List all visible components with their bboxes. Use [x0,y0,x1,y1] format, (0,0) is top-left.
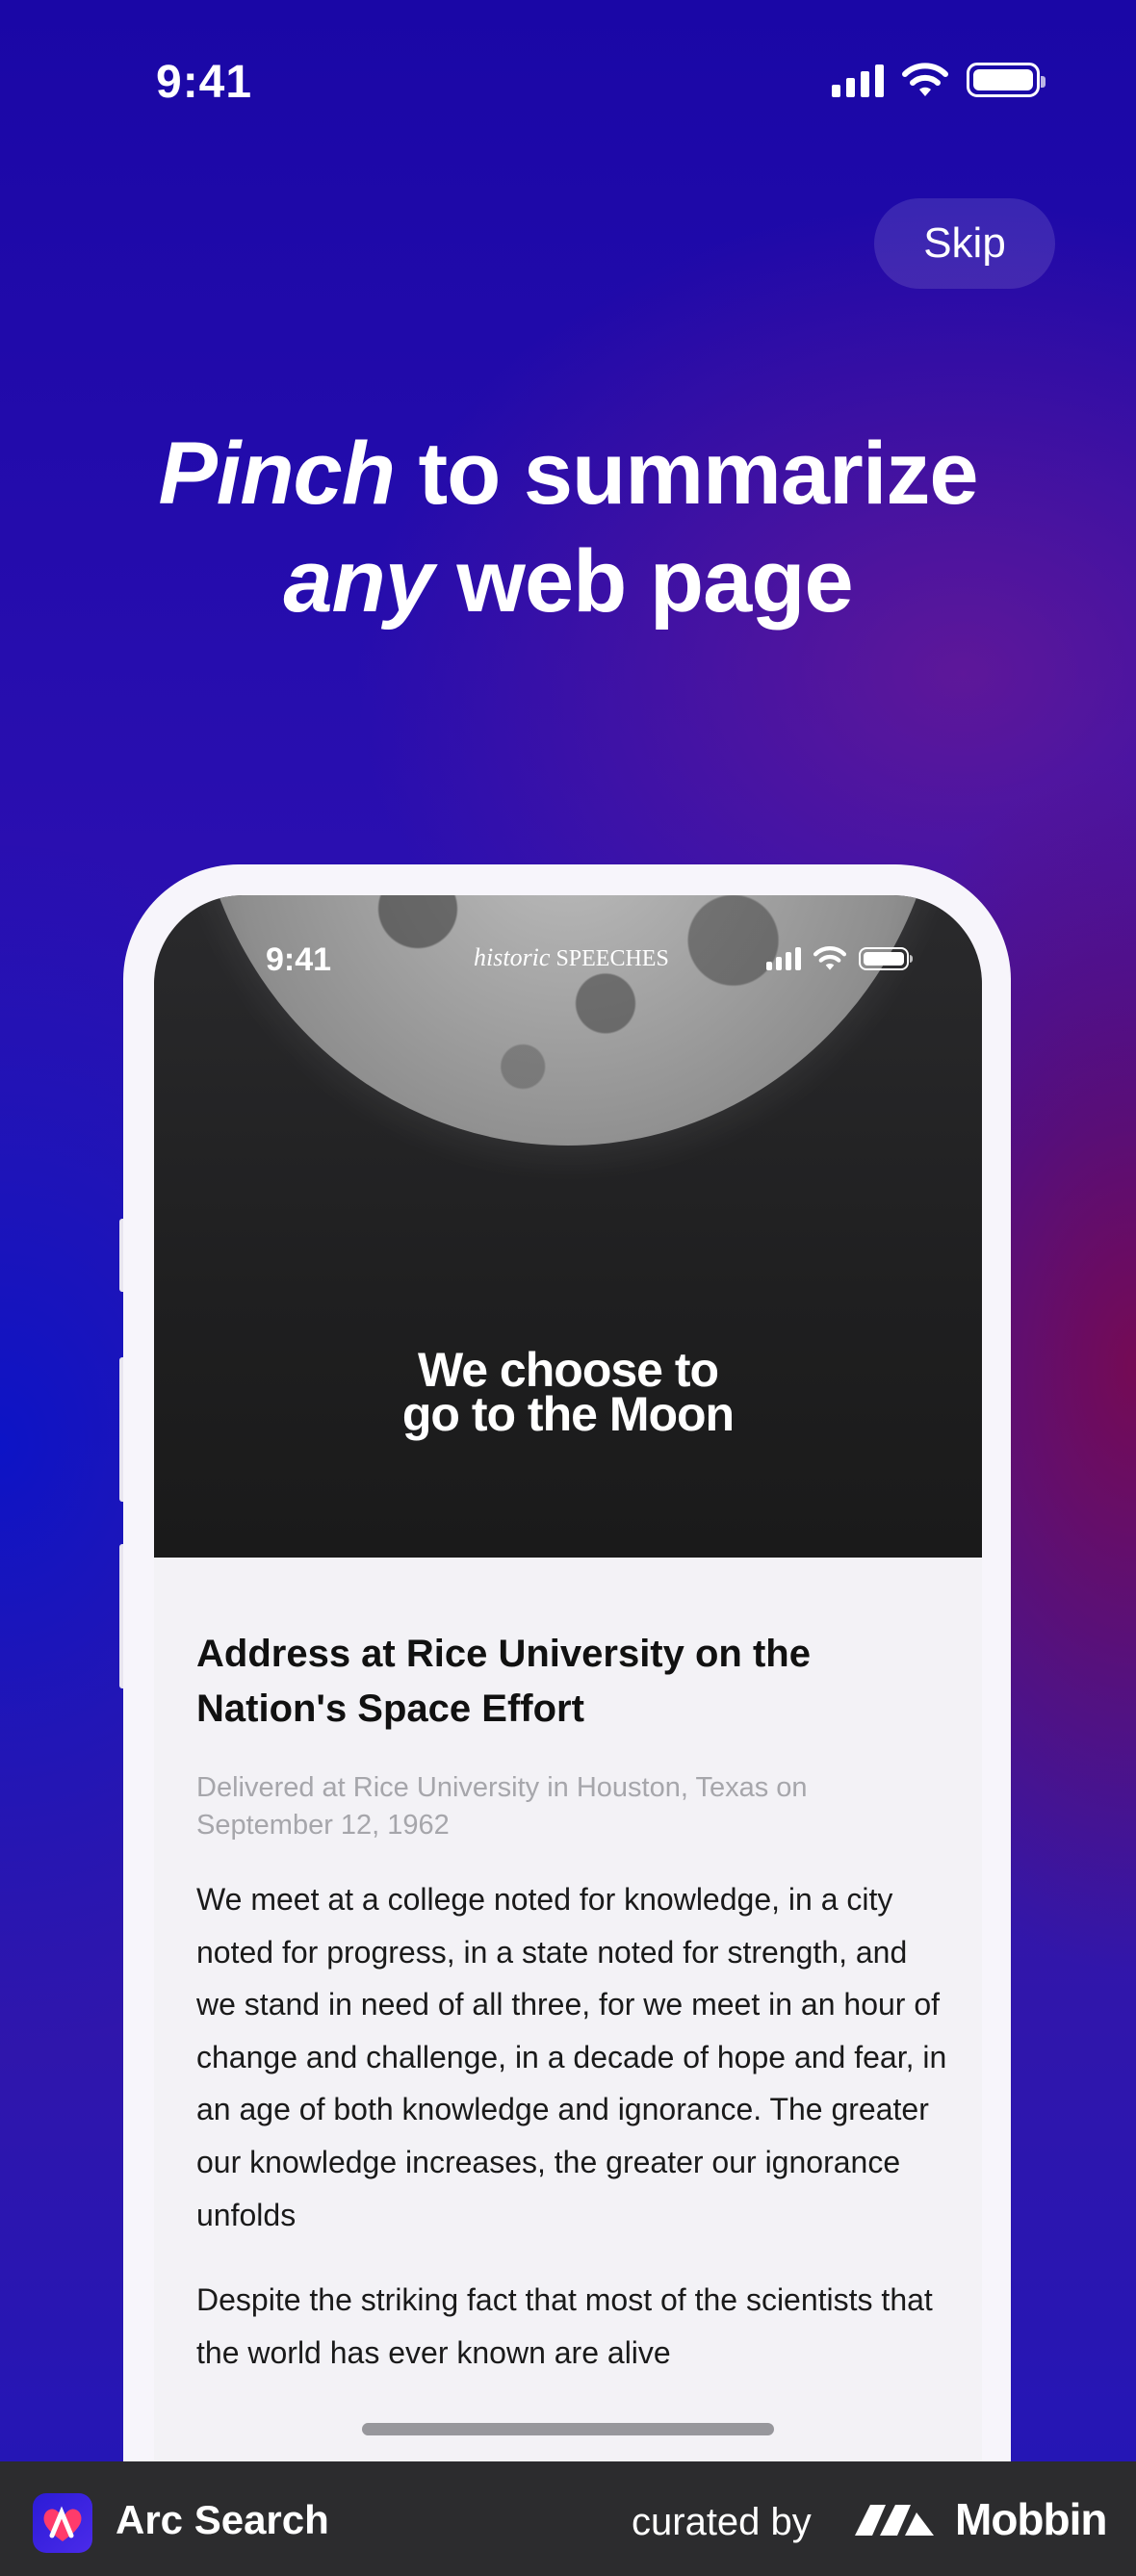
arc-search-logo [33,2493,92,2553]
site-brand: historic SPEECHES [474,943,669,972]
site-brand-italic: historic [474,943,551,971]
signal-icon [832,63,884,97]
wifi-icon [813,946,847,970]
status-icons [832,62,1046,98]
skip-button[interactable]: Skip [874,198,1055,289]
hero-title: We choose to go to the Moon [154,1343,982,1441]
headline-text-2: web page [432,532,853,631]
preview-status-time: 9:41 [266,941,332,978]
battery-icon [967,63,1046,97]
article-paragraph: Despite the striking fact that most of t… [196,2282,933,2370]
headline-emphasis-1: Pinch [158,425,395,523]
home-indicator [362,2423,774,2435]
article-paragraph: We meet at a college noted for knowledge… [196,1882,947,2232]
article-title: Address at Rice University on the Nation… [196,1633,811,1730]
curated-by-label: curated by [632,2501,812,2543]
phone-screen-preview: 9:41 historic SPEECHES We choose to go t… [154,895,982,2461]
status-time: 9:41 [156,57,253,108]
headline-text-1: to summarize [394,425,978,523]
article: Address at Rice University on the Nation… [196,1627,947,2379]
hero-title-line-1: We choose to [417,1343,719,1397]
app-name: Arc Search [116,2497,329,2542]
headline-emphasis-2: any [283,532,434,631]
article-meta: Delivered at Rice University in Houston,… [196,1772,808,1841]
onboarding-screen: 9:41 Skip Pinch to summarize any web pag… [0,0,1136,2461]
headline: Pinch to summarize any web page [0,420,1136,635]
mobbin-brand: Mobbin [955,2494,1107,2544]
hero-title-line-2: go to the Moon [401,1387,735,1441]
mobbin-logo [855,2505,934,2536]
site-brand-caps: SPEECHES [555,946,669,971]
article-body: We meet at a college noted for knowledge… [196,1873,947,2379]
wifi-icon [902,63,948,96]
signal-icon [766,946,801,970]
battery-icon [859,946,913,970]
preview-status-icons [766,945,913,971]
article-hero: 9:41 historic SPEECHES We choose to go t… [154,895,982,1558]
moon-image [193,895,943,1146]
